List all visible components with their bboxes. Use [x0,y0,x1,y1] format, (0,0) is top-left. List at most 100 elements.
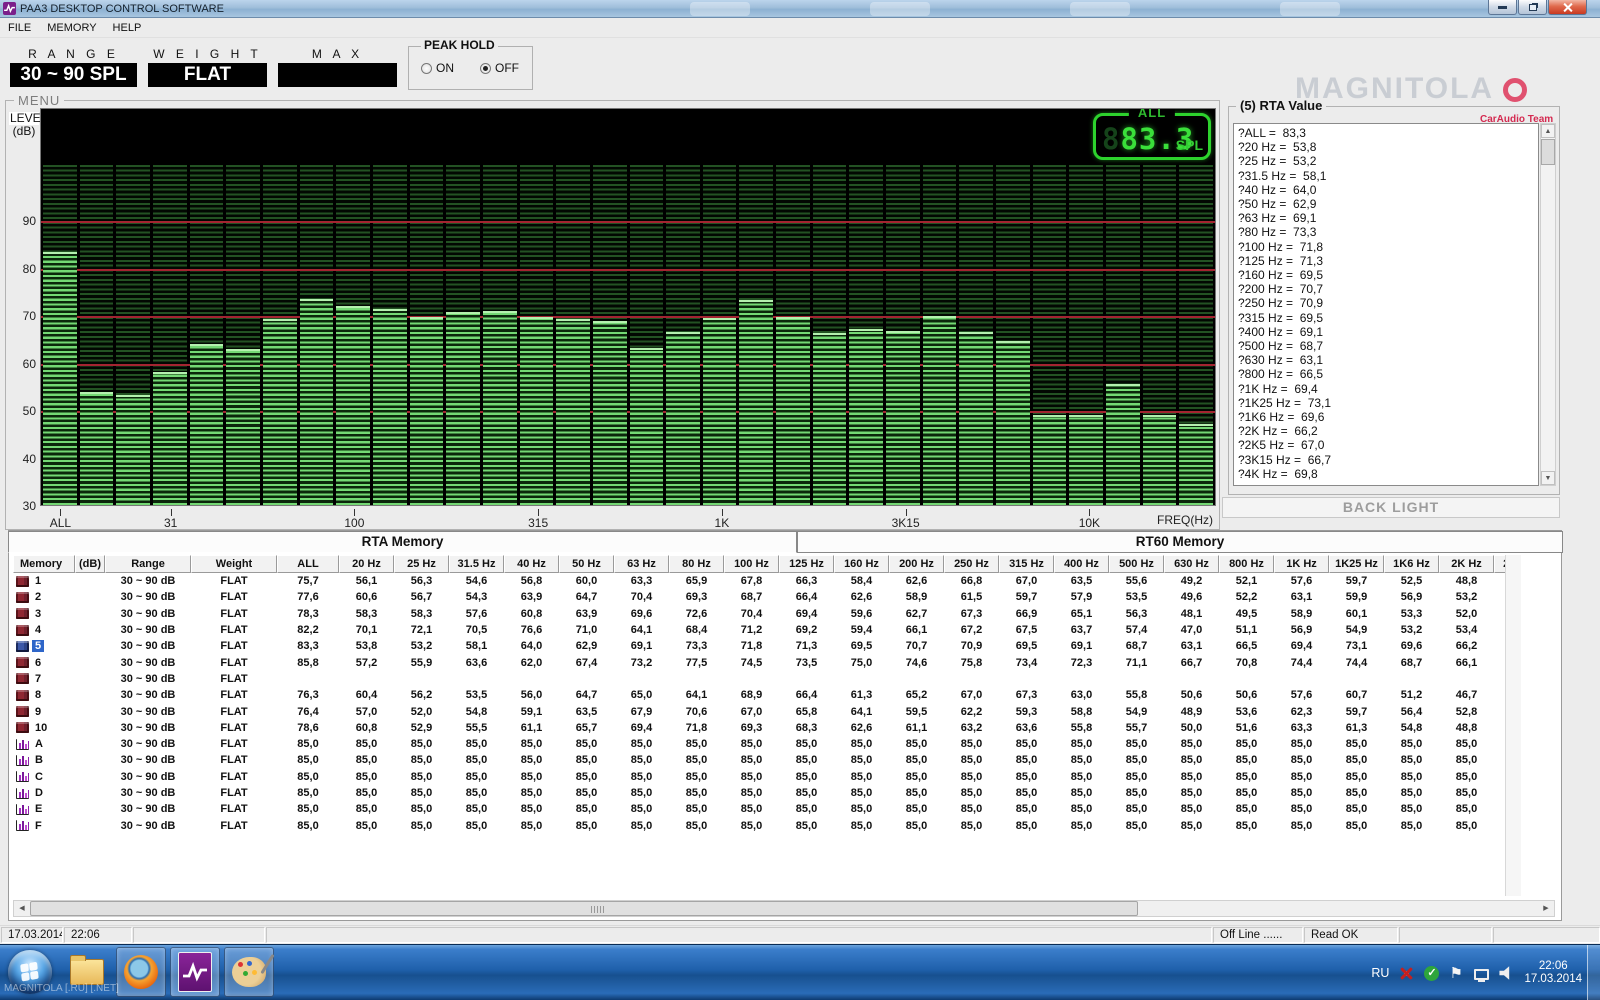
rta-value-item[interactable]: ?200 Hz = 70,7 [1238,282,1538,296]
max-display[interactable] [278,63,397,87]
cell-value: 65,2 [905,689,928,702]
rta-value-item[interactable]: ?160 Hz = 69,5 [1238,268,1538,282]
rta-value-item[interactable]: ?3K15 Hz = 66,7 [1238,453,1538,467]
scroll-left-icon[interactable]: ◀ [14,901,30,916]
scrollbar-thumb[interactable] [1541,139,1555,165]
menu-item-help[interactable]: HELP [105,20,150,36]
memory-row-number[interactable]: A [32,738,46,750]
tray-clock[interactable]: 22:06 17.03.2014 [1524,960,1582,986]
rta-value-item[interactable]: ?31.5 Hz = 58,1 [1238,169,1538,183]
range-display[interactable]: 30 ~ 90 SPL [10,63,137,87]
rta-value-item[interactable]: ?ALL = 83,3 [1238,126,1538,140]
back-light-button[interactable]: BACK LIGHT [1222,497,1560,518]
memory-row-number[interactable]: 10 [32,722,50,734]
show-desktop-button[interactable] [1587,945,1600,1000]
weight-display[interactable]: FLAT [148,63,267,87]
volume-icon[interactable] [1499,966,1510,980]
taskbar-paint-button[interactable] [224,947,274,997]
memory-row-label-cell[interactable]: E [13,803,75,815]
memory-row-label-cell[interactable]: 1 [13,575,75,587]
cell-value: 63,5 [575,705,598,718]
rta-value-item[interactable]: ?800 Hz = 66,5 [1238,367,1538,381]
table-horizontal-scrollbar[interactable]: ◀ ▶ [13,900,1555,917]
memory-row-label-cell[interactable]: F [13,820,75,832]
scrollbar-thumb[interactable] [30,901,1138,916]
cell-value: 68,7 [1125,640,1148,653]
scroll-up-icon[interactable]: ▲ [1541,124,1555,138]
rta-value-item[interactable]: ?80 Hz = 73,3 [1238,225,1538,239]
language-indicator[interactable]: RU [1371,966,1389,980]
scroll-right-icon[interactable]: ▶ [1538,901,1554,916]
rta-value-item[interactable]: ?250 Hz = 70,9 [1238,296,1538,310]
cell-value: 85,0 [795,819,818,832]
memory-row-number[interactable]: E [32,803,45,815]
memory-row-number[interactable]: B [32,754,46,766]
rta-value-item[interactable]: ?20 Hz = 53,8 [1238,140,1538,154]
taskbar-paa3-button[interactable] [170,947,220,997]
memory-row-label-cell[interactable]: 3 [13,608,75,620]
memory-row-number[interactable]: 5 [32,640,45,653]
taskbar-explorer-button[interactable] [62,947,112,997]
memory-row-label-cell[interactable]: 7 [13,673,75,685]
rta-value-item[interactable]: ?100 Hz = 71,8 [1238,240,1538,254]
rta-value-item[interactable]: ?4K Hz = 69,8 [1238,467,1538,481]
memory-row-number[interactable]: 4 [32,624,44,636]
memory-row-number[interactable]: 6 [32,657,44,669]
network-icon[interactable] [1474,968,1490,982]
rta-value-item[interactable]: ?50 Hz = 62,9 [1238,197,1538,211]
memory-row-number[interactable]: 1 [32,575,44,587]
rta-value-item[interactable]: ?630 Hz = 63,1 [1238,353,1538,367]
cell-value: 57,4 [1125,624,1148,637]
memory-row-number[interactable]: 3 [32,608,44,620]
taskbar-firefox-button[interactable] [116,947,166,997]
memory-row-number[interactable]: C [32,771,46,783]
safely-remove-icon[interactable]: ✓ [1424,965,1440,981]
rta-value-item[interactable]: ?400 Hz = 69,1 [1238,325,1538,339]
maximize-button[interactable] [1518,0,1547,15]
action-center-flag-icon[interactable]: ⚑ [1449,966,1464,981]
x-tick-label: 10K [1078,516,1101,530]
memory-row-label-cell[interactable]: 4 [13,624,75,636]
rta-value-item[interactable]: ?125 Hz = 71,3 [1238,254,1538,268]
tab-rta-memory[interactable]: RTA Memory [8,531,797,553]
rta-value-item[interactable]: ?2K Hz = 66,2 [1238,424,1538,438]
rta-value-item[interactable]: ?315 Hz = 69,5 [1238,311,1538,325]
rta-value-item[interactable]: ?1K Hz = 69,4 [1238,382,1538,396]
memory-row-label-cell[interactable]: A [13,738,75,750]
tray-app-icon[interactable] [1399,965,1415,981]
rta-value-item[interactable]: ?500 Hz = 68,7 [1238,339,1538,353]
memory-row-number[interactable]: D [32,787,46,799]
rta-value-item[interactable]: ?40 Hz = 64,0 [1238,183,1538,197]
memory-row-label-cell[interactable]: 10 [13,722,75,734]
memory-row-label-cell[interactable]: 9 [13,706,75,718]
memory-row-label-cell[interactable]: C [13,771,75,783]
scroll-down-icon[interactable]: ▼ [1541,471,1555,485]
peak-hold-on-radio[interactable]: ON [421,61,454,75]
menu-item-file[interactable]: FILE [0,20,39,36]
memory-row-label-cell[interactable]: B [13,754,75,766]
rta-list-scrollbar[interactable]: ▲ ▼ [1540,123,1556,486]
peak-hold-off-radio[interactable]: OFF [480,61,519,75]
rta-value-item[interactable]: ?2K5 Hz = 67,0 [1238,438,1538,452]
rta-value-item[interactable]: ?1K6 Hz = 69,6 [1238,410,1538,424]
memory-row-number[interactable]: 8 [32,689,44,701]
menu-item-memory[interactable]: MEMORY [39,20,104,36]
memory-row-number[interactable]: 9 [32,706,44,718]
rta-value-item[interactable]: ?25 Hz = 53,2 [1238,154,1538,168]
close-button[interactable] [1548,0,1587,15]
memory-row-label-cell[interactable]: 2 [13,591,75,603]
spectrum-bar-2K [812,333,847,505]
memory-row-label-cell[interactable]: 5 [13,640,75,653]
rta-value-item[interactable]: ?63 Hz = 69,1 [1238,211,1538,225]
memory-row-label-cell[interactable]: 8 [13,689,75,701]
rta-value-item[interactable]: ?1K25 Hz = 73,1 [1238,396,1538,410]
memory-row-number[interactable]: 2 [32,591,44,603]
tab-rt60-memory[interactable]: RT60 Memory [797,531,1563,553]
memory-row-label-cell[interactable]: 6 [13,657,75,669]
memory-row-number[interactable]: F [32,820,45,832]
memory-row-label-cell[interactable]: D [13,787,75,799]
rta-value-list[interactable]: ?ALL = 83,3 ?20 Hz = 53,8 ?25 Hz = 53,2 ?31… [1233,123,1539,486]
minimize-button[interactable] [1488,0,1517,15]
start-button[interactable] [8,950,52,994]
memory-row-number[interactable]: 7 [32,673,44,685]
